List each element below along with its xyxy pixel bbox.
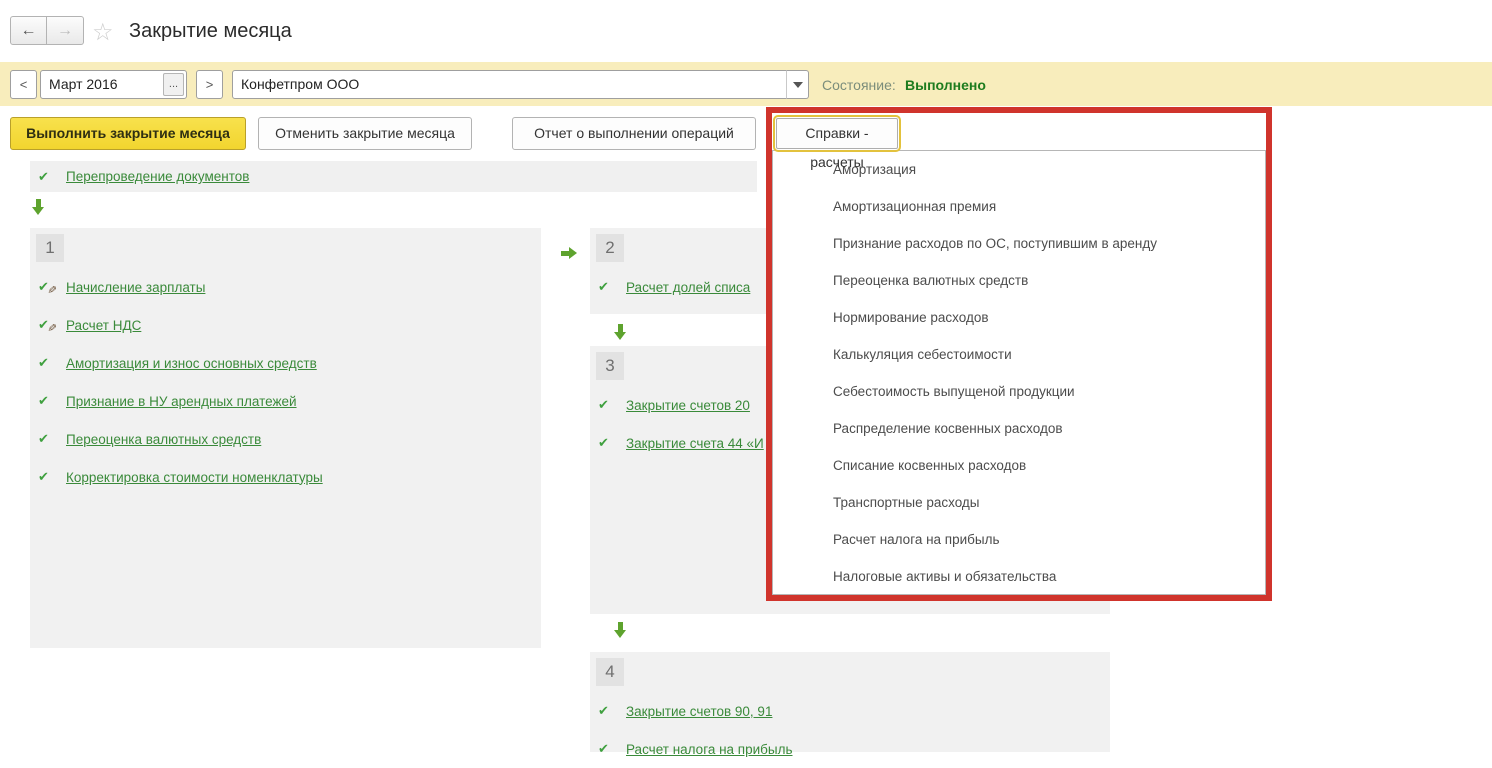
operation-link[interactable]: Корректировка стоимости номенклатуры <box>66 470 323 485</box>
check-icon <box>598 740 618 758</box>
run-closing-button[interactable]: Выполнить закрытие месяца <box>10 117 246 150</box>
stage-4-operations: Закрытие счетов 90, 91 Расчет налога на … <box>590 692 1110 768</box>
operation-row: Амортизация и износ основных средств <box>30 344 541 382</box>
operation-link[interactable]: Расчет НДС <box>66 318 141 333</box>
stage-panel-1: 1 ✎ Начисление зарплаты ✎ Расчет НДС Амо… <box>30 228 541 648</box>
operation-row: Корректировка стоимости номенклатуры <box>30 458 541 496</box>
operation-row: Переоценка валютных средств <box>30 420 541 458</box>
check-icon: ✎ <box>38 316 58 334</box>
stage-number-1: 1 <box>36 234 64 262</box>
forward-button[interactable]: → <box>47 16 84 45</box>
down-arrow-icon <box>614 622 627 638</box>
dropdown-menu-item[interactable]: Себестоимость выпущеной продукции <box>773 373 1265 410</box>
operation-row: ✎ Начисление зарплаты <box>30 268 541 306</box>
pencil-icon: ✎ <box>45 284 59 294</box>
dropdown-menu-item[interactable]: Переоценка валютных средств <box>773 262 1265 299</box>
company-dropdown-button[interactable] <box>786 70 809 99</box>
operation-link[interactable]: Начисление зарплаты <box>66 280 205 295</box>
right-arrow-icon <box>561 247 577 260</box>
dropdown-menu-item[interactable]: Списание косвенных расходов <box>773 447 1265 484</box>
stage-1-operations: ✎ Начисление зарплаты ✎ Расчет НДС Аморт… <box>30 268 541 496</box>
period-value: Март 2016 <box>49 76 118 92</box>
history-nav: ← → <box>10 16 84 45</box>
favorite-star-icon[interactable]: ☆ <box>92 18 114 47</box>
check-icon <box>38 392 58 410</box>
operation-row: Закрытие счетов 90, 91 <box>590 692 1110 730</box>
operation-link[interactable]: Переоценка валютных средств <box>66 432 261 447</box>
dropdown-menu-item[interactable]: Признание расходов по ОС, поступившим в … <box>773 225 1265 262</box>
refs-dropdown-menu: Амортизация Амортизационная премия Призн… <box>772 150 1266 595</box>
stage-number-4: 4 <box>596 658 624 686</box>
status-badge: Выполнено <box>905 77 986 93</box>
back-button[interactable]: ← <box>10 16 47 45</box>
check-icon: ✎ <box>38 278 58 296</box>
check-icon <box>38 468 58 486</box>
stage-number-3: 3 <box>596 352 624 380</box>
check-icon <box>38 354 58 372</box>
operation-link[interactable]: Закрытие счета 44 «И <box>626 436 764 451</box>
operation-row: ✎ Расчет НДС <box>30 306 541 344</box>
reprocess-link[interactable]: Перепроведение документов <box>66 169 249 184</box>
down-arrow-icon <box>32 199 45 215</box>
down-arrow-icon <box>614 324 627 340</box>
check-icon <box>598 396 618 414</box>
stage-number-2: 2 <box>596 234 624 262</box>
operation-link[interactable]: Закрытие счетов 20 <box>626 398 750 413</box>
company-value: Конфетпром ООО <box>241 76 359 92</box>
period-bar: < Март 2016 ... > Конфетпром ООО Состоян… <box>0 62 1492 106</box>
prev-period-button[interactable]: < <box>10 70 37 99</box>
forward-arrow-icon: → <box>57 22 73 39</box>
pencil-icon: ✎ <box>45 322 59 332</box>
dropdown-menu-item[interactable]: Транспортные расходы <box>773 484 1265 521</box>
next-period-button[interactable]: > <box>196 70 223 99</box>
period-picker-button[interactable]: ... <box>163 73 184 96</box>
operation-link[interactable]: Признание в НУ арендных платежей <box>66 394 297 409</box>
operations-report-button[interactable]: Отчет о выполнении операций <box>512 117 756 150</box>
dropdown-menu-item[interactable]: Нормирование расходов <box>773 299 1265 336</box>
check-icon <box>38 430 58 448</box>
cancel-closing-button[interactable]: Отменить закрытие месяца <box>258 117 472 150</box>
operation-row: Расчет налога на прибыль <box>590 730 1110 768</box>
dropdown-menu-item[interactable]: Расчет налога на прибыль <box>773 521 1265 558</box>
company-field[interactable]: Конфетпром ООО <box>232 70 787 99</box>
check-icon <box>598 434 618 452</box>
dropdown-menu-item[interactable]: Распределение косвенных расходов <box>773 410 1265 447</box>
operation-link[interactable]: Амортизация и износ основных средств <box>66 356 317 371</box>
operation-row: Признание в НУ арендных платежей <box>30 382 541 420</box>
check-icon <box>38 168 58 186</box>
back-arrow-icon: ← <box>21 22 37 39</box>
dropdown-menu-item[interactable]: Амортизационная премия <box>773 188 1265 225</box>
reprocess-row: Перепроведение документов <box>30 161 757 192</box>
stage-panel-4: 4 Закрытие счетов 90, 91 Расчет налога н… <box>590 652 1110 752</box>
dropdown-menu-item[interactable]: Калькуляция себестоимости <box>773 336 1265 373</box>
refs-dropdown-header: Справки - расчеты <box>772 113 1266 150</box>
status-label: Состояние: <box>822 77 896 93</box>
check-icon <box>598 702 618 720</box>
refs-calculations-button[interactable]: Справки - расчеты <box>776 118 898 149</box>
operation-link[interactable]: Закрытие счетов 90, 91 <box>626 704 772 719</box>
page-title: Закрытие месяца <box>129 20 292 43</box>
operation-link[interactable]: Расчет долей списа <box>626 280 750 295</box>
refs-dropdown-highlight: Справки - расчеты Амортизация Амортизаци… <box>766 107 1272 601</box>
check-icon <box>598 278 618 296</box>
dropdown-menu-item[interactable]: Налоговые активы и обязательства <box>773 558 1265 595</box>
period-field[interactable]: Март 2016 ... <box>40 70 187 99</box>
